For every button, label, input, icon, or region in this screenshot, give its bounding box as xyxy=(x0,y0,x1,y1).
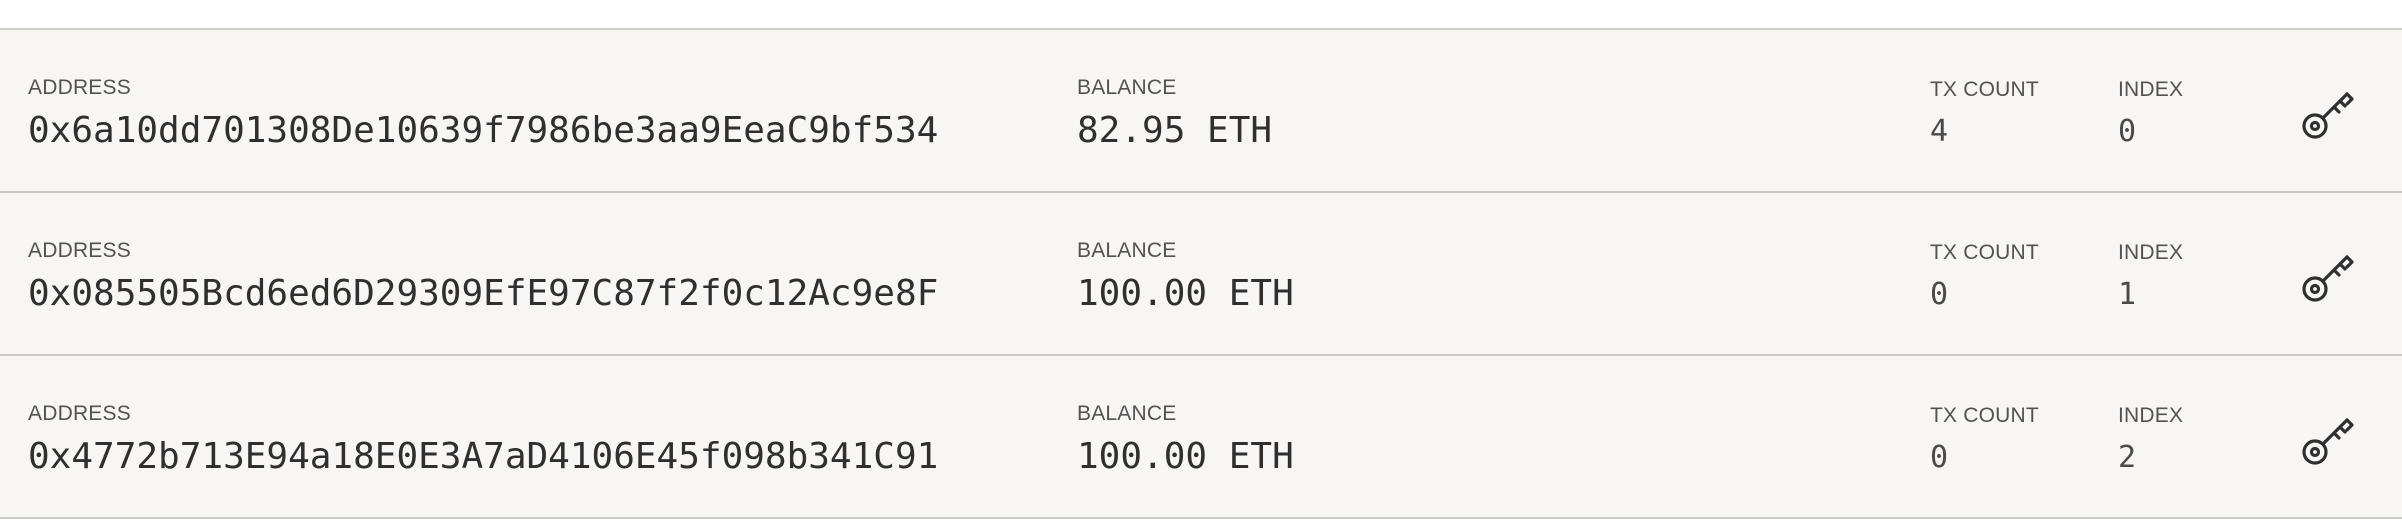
balance-value: 100.00 ETH xyxy=(1077,273,1294,314)
key-icon xyxy=(2302,418,2354,465)
index-label: INDEX xyxy=(2118,404,2184,427)
balance-label: BALANCE xyxy=(1077,402,1177,425)
index-field: INDEX 2 xyxy=(2118,402,2183,476)
tx-count-field: TX COUNT 4 xyxy=(1930,76,2039,150)
show-keys-button[interactable] xyxy=(2300,245,2356,305)
account-row: ADDRESS 0x6a10dd701308De10639f7986be3aa9… xyxy=(0,30,2402,193)
index-field: INDEX 0 xyxy=(2118,76,2183,150)
index-label: INDEX xyxy=(2118,241,2184,264)
tx-count-value: 4 xyxy=(1930,114,1949,149)
index-value: 2 xyxy=(2118,440,2137,475)
tx-count-field: TX COUNT 0 xyxy=(1930,239,2039,313)
balance-value: 82.95 ETH xyxy=(1077,110,1273,151)
key-icon xyxy=(2302,255,2354,302)
balance-field: BALANCE 100.00 ETH xyxy=(1077,239,1294,315)
address-label: ADDRESS xyxy=(28,76,131,99)
show-keys-button[interactable] xyxy=(2300,82,2356,142)
address-value: 0x6a10dd701308De10639f7986be3aa9EeaC9bf5… xyxy=(28,110,939,151)
tx-count-label: TX COUNT xyxy=(1930,404,2039,427)
address-label: ADDRESS xyxy=(28,239,131,262)
balance-label: BALANCE xyxy=(1077,239,1177,262)
address-field: ADDRESS 0x6a10dd701308De10639f7986be3aa9… xyxy=(28,76,938,152)
address-field: ADDRESS 0x085505Bcd6ed6D29309EfE97C87f2f… xyxy=(28,239,938,315)
balance-value: 100.00 ETH xyxy=(1077,436,1294,477)
show-keys-button[interactable] xyxy=(2300,408,2356,468)
index-value: 1 xyxy=(2118,277,2137,312)
address-label: ADDRESS xyxy=(28,402,131,425)
tx-count-value: 0 xyxy=(1930,277,1949,312)
index-value: 0 xyxy=(2118,114,2137,149)
tx-count-field: TX COUNT 0 xyxy=(1930,402,2039,476)
index-label: INDEX xyxy=(2118,78,2184,101)
address-value: 0x4772b713E94a18E0E3A7aD4106E45f098b341C… xyxy=(28,436,939,477)
account-row: ADDRESS 0x085505Bcd6ed6D29309EfE97C87f2f… xyxy=(0,193,2402,356)
account-row: ADDRESS 0x4772b713E94a18E0E3A7aD4106E45f… xyxy=(0,356,2402,519)
address-field: ADDRESS 0x4772b713E94a18E0E3A7aD4106E45f… xyxy=(28,402,938,478)
balance-field: BALANCE 100.00 ETH xyxy=(1077,402,1294,478)
tx-count-value: 0 xyxy=(1930,440,1949,475)
balance-label: BALANCE xyxy=(1077,76,1177,99)
address-value: 0x085505Bcd6ed6D29309EfE97C87f2f0c12Ac9e… xyxy=(28,273,939,314)
index-field: INDEX 1 xyxy=(2118,239,2183,313)
balance-field: BALANCE 82.95 ETH xyxy=(1077,76,1272,152)
key-icon xyxy=(2302,92,2354,139)
top-strip xyxy=(0,0,2402,30)
tx-count-label: TX COUNT xyxy=(1930,241,2039,264)
tx-count-label: TX COUNT xyxy=(1930,78,2039,101)
